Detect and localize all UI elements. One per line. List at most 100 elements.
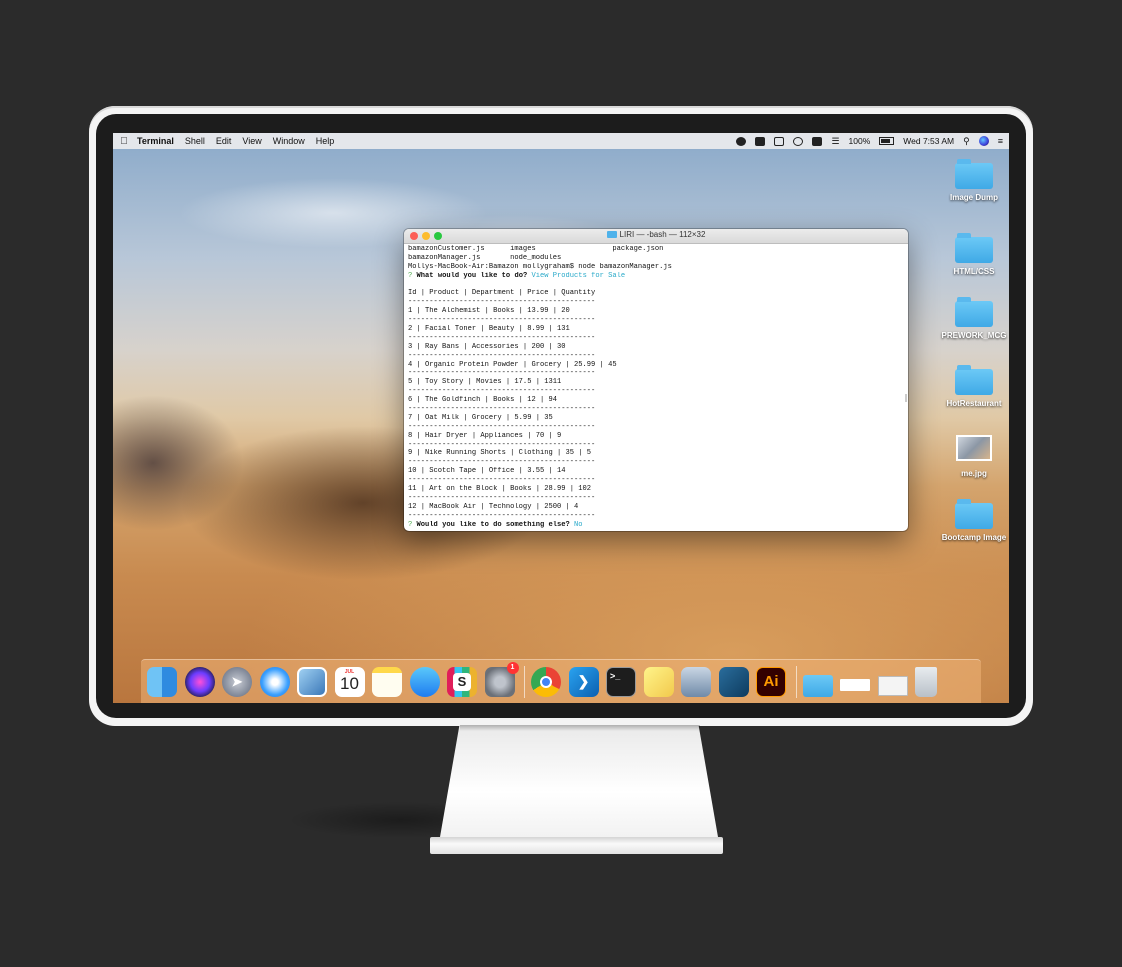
desktop-icon-label: Bootcamp Image	[941, 533, 1007, 542]
finder-icon[interactable]	[147, 666, 177, 697]
creative-cloud-icon[interactable]	[736, 136, 747, 146]
table-divider: ----------------------------------------…	[408, 440, 596, 449]
table-row: 12 | MacBook Air | Technology | 2500 | 4	[408, 502, 579, 511]
folder-icon	[955, 233, 993, 263]
calendar-icon[interactable]: JUL 10	[334, 666, 365, 697]
prompt-text: Would you like to do something else?	[416, 520, 570, 529]
downloads-folder-icon[interactable]	[802, 674, 833, 697]
launchpad-icon[interactable]: ➤	[222, 666, 252, 697]
window-title-text: LIRI — -bash — 112×32	[619, 230, 706, 239]
table-divider: ----------------------------------------…	[408, 351, 596, 360]
desktop-screen:  Terminal Shell Edit View Window Help ☰…	[113, 133, 1009, 703]
desktop-icon-label: HTML/CSS	[953, 267, 995, 276]
menu-app-name[interactable]: Terminal	[137, 136, 174, 146]
siri-icon[interactable]	[184, 666, 215, 697]
calendar-day: 10	[340, 673, 359, 693]
stickies-icon[interactable]	[643, 666, 674, 697]
desktop-file-me-jpg[interactable]: me.jpg	[929, 435, 1009, 478]
table-row: 3 | Ray Bans | Accessories | 200 | 30	[408, 342, 566, 351]
system-preferences-icon[interactable]: 1	[484, 661, 519, 697]
prompt-text: What would you like to do?	[416, 271, 528, 280]
preview-icon[interactable]	[297, 666, 327, 697]
image-capture-icon[interactable]	[681, 666, 711, 697]
terminal-line: bamazonManager.js node_modules	[408, 253, 562, 262]
terminal-icon[interactable]: >_	[606, 666, 636, 697]
documents-stack-icon[interactable]	[877, 675, 908, 696]
desktop-icon-label: me.jpg	[961, 469, 987, 478]
table-divider: ----------------------------------------…	[408, 316, 596, 325]
safari-icon[interactable]	[259, 666, 290, 697]
monitor-stand-base	[430, 837, 723, 854]
dock-separator	[524, 665, 525, 698]
airplay-icon[interactable]	[774, 136, 785, 146]
trash-icon[interactable]	[915, 666, 937, 697]
chrome-icon[interactable]	[531, 666, 561, 697]
desktop-icon-label: PREWORK_MCG	[941, 331, 1007, 340]
window-title: LIRI — -bash — 112×32	[404, 230, 908, 239]
menu-shell[interactable]: Shell	[185, 136, 205, 146]
illustrator-icon[interactable]: Ai	[756, 666, 786, 697]
table-divider: ----------------------------------------…	[408, 458, 596, 467]
spotlight-search-icon[interactable]: ⚲	[963, 136, 970, 147]
stand-shading	[460, 725, 700, 731]
siri-menu-icon[interactable]	[978, 136, 989, 146]
table-row: 9 | Nike Running Shorts | Clothing | 35 …	[408, 449, 592, 458]
dock-separator	[795, 665, 797, 698]
folder-icon	[955, 499, 993, 529]
battery-icon[interactable]	[879, 137, 895, 145]
desktop-folder-hotrestaurant[interactable]: HotRestaurant	[929, 365, 1009, 408]
box-sync-icon[interactable]	[755, 136, 766, 146]
table-row: 11 | Art on the Block | Books | 28.99 | …	[408, 485, 592, 494]
table-divider: ----------------------------------------…	[408, 493, 596, 502]
menu-help[interactable]: Help	[316, 136, 335, 146]
table-row: 6 | The Goldfinch | Books | 12 | 94	[408, 396, 557, 405]
vscode-icon[interactable]: ❯	[568, 666, 599, 697]
terminal-output[interactable]: bamazonCustomer.js images package.json b…	[404, 244, 908, 530]
battery-percent[interactable]: 100%	[849, 136, 871, 146]
dock: ➤ JUL 10 S 1 ❯ >_ Ai	[141, 659, 981, 703]
table-divider: ----------------------------------------…	[408, 405, 596, 414]
table-row: 7 | Oat Milk | Grocery | 5.99 | 35	[408, 413, 553, 422]
menu-view[interactable]: View	[242, 136, 261, 146]
terminal-scrollbar[interactable]	[905, 394, 907, 402]
messages-icon[interactable]	[409, 666, 440, 697]
slack-icon[interactable]: S	[447, 666, 477, 697]
desktop-folder-prework[interactable]: PREWORK_MCG	[929, 297, 1009, 340]
prompt-answer: No	[574, 520, 583, 529]
table-divider: ----------------------------------------…	[408, 298, 596, 307]
table-divider: ----------------------------------------…	[408, 369, 596, 378]
table-divider: ----------------------------------------…	[408, 511, 596, 520]
desktop-folder-html-css[interactable]: HTML/CSS	[929, 233, 1009, 276]
apple-menu-icon[interactable]: 	[115, 136, 133, 147]
prompt-mark: ?	[408, 271, 413, 280]
notification-center-icon[interactable]: ≡	[998, 136, 1003, 146]
monitor-stand	[440, 725, 718, 837]
menu-window[interactable]: Window	[273, 136, 305, 146]
desktop-folder-image-dump[interactable]: Image Dump	[929, 159, 1009, 202]
notification-badge: 1	[506, 661, 519, 674]
recent-files-icon[interactable]	[840, 678, 870, 691]
terminal-window[interactable]: LIRI — -bash — 112×32 bamazonCustomer.js…	[404, 229, 908, 531]
menu-edit[interactable]: Edit	[216, 136, 232, 146]
folder-icon	[606, 231, 617, 238]
wifi-icon[interactable]: ☰	[831, 136, 839, 147]
clock[interactable]: Wed 7:53 AM	[903, 136, 954, 146]
time-machine-icon[interactable]	[793, 136, 804, 146]
terminal-line: Mollys-MacBook-Air:Bamazon mollygraham$ …	[408, 262, 672, 271]
mysql-workbench-icon[interactable]	[718, 666, 749, 697]
notes-icon[interactable]	[372, 666, 402, 697]
desktop-icon-label: HotRestaurant	[946, 399, 1002, 408]
terminal-titlebar[interactable]: LIRI — -bash — 112×32	[404, 229, 908, 244]
table-divider: ----------------------------------------…	[408, 387, 596, 396]
menu-bar:  Terminal Shell Edit View Window Help ☰…	[113, 133, 1009, 149]
memory-icon[interactable]	[812, 136, 823, 146]
table-row: 10 | Scotch Tape | Office | 3.55 | 14	[408, 467, 566, 476]
table-row: 2 | Facial Toner | Beauty | 8.99 | 131	[408, 325, 570, 334]
table-divider: ----------------------------------------…	[408, 476, 596, 485]
image-thumbnail-icon	[956, 435, 992, 461]
table-header: Id | Product | Department | Price | Quan…	[408, 289, 596, 298]
prompt-question: ? What would you like to do? View Produc…	[408, 272, 904, 281]
desktop-folder-bootcamp-image[interactable]: Bootcamp Image	[929, 499, 1009, 542]
table-divider: ----------------------------------------…	[408, 422, 596, 431]
